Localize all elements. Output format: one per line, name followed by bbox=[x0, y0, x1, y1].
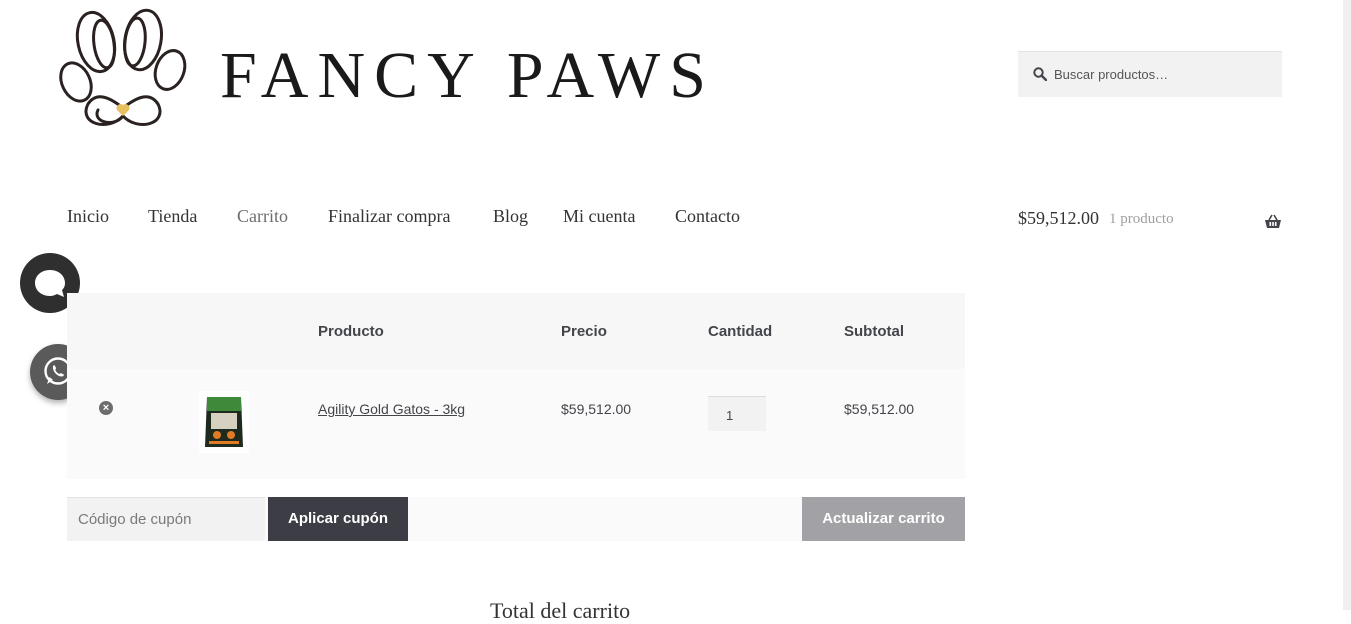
product-search[interactable] bbox=[1018, 51, 1282, 97]
nav-item-carrito[interactable]: Carrito bbox=[237, 206, 288, 227]
brand-name: FANCY PAWS bbox=[220, 39, 715, 112]
product-subtotal: $59,512.00 bbox=[844, 401, 915, 417]
close-icon: × bbox=[102, 402, 110, 414]
paw-logo-icon bbox=[59, 8, 187, 126]
coupon-code-input[interactable]: Código de cupón bbox=[67, 497, 265, 541]
product-thumbnail[interactable] bbox=[199, 391, 249, 453]
nav-item-contacto[interactable]: Contacto bbox=[675, 206, 740, 227]
remove-item-button[interactable]: × bbox=[99, 401, 113, 415]
search-icon bbox=[1033, 67, 1048, 86]
cart-total-amount: $59,512.00 bbox=[1018, 208, 1099, 228]
cart-item-count: 1 producto bbox=[1109, 211, 1174, 227]
quantity-input[interactable]: 1 bbox=[708, 396, 766, 431]
nav-item-blog[interactable]: Blog bbox=[493, 206, 528, 227]
product-name-link[interactable]: Agility Gold Gatos - 3kg bbox=[318, 401, 465, 417]
cart-totals-heading: Total del carrito bbox=[490, 598, 631, 623]
cart-actions: Código de cupón Aplicar cupón Actualizar… bbox=[67, 497, 965, 541]
basket-icon bbox=[1264, 214, 1282, 234]
table-row: × Agility Gold Gatos - 3kg $59,512.00 1 … bbox=[67, 369, 965, 479]
nav-item-tienda[interactable]: Tienda bbox=[148, 206, 197, 227]
site-logo[interactable]: FANCY PAWS bbox=[58, 4, 706, 136]
apply-coupon-button[interactable]: Aplicar cupón bbox=[268, 497, 408, 541]
column-header-price: Precio bbox=[561, 323, 607, 340]
product-price: $59,512.00 bbox=[561, 401, 632, 417]
column-header-product: Producto bbox=[318, 323, 384, 340]
header-cart[interactable]: $59,512.00 1 producto bbox=[1018, 208, 1282, 236]
search-input[interactable] bbox=[1054, 52, 1274, 96]
column-header-quantity: Cantidad bbox=[708, 323, 773, 340]
nav-item-inicio[interactable]: Inicio bbox=[67, 206, 109, 227]
scrollbar-track[interactable] bbox=[1343, 0, 1351, 610]
nav-item-mi-cuenta[interactable]: Mi cuenta bbox=[563, 206, 635, 227]
update-cart-button[interactable]: Actualizar carrito bbox=[802, 497, 965, 541]
nav-item-finalizar-compra[interactable]: Finalizar compra bbox=[328, 206, 450, 227]
cart-table-header: Producto Precio Cantidad Subtotal bbox=[67, 293, 965, 369]
column-header-subtotal: Subtotal bbox=[844, 323, 904, 340]
